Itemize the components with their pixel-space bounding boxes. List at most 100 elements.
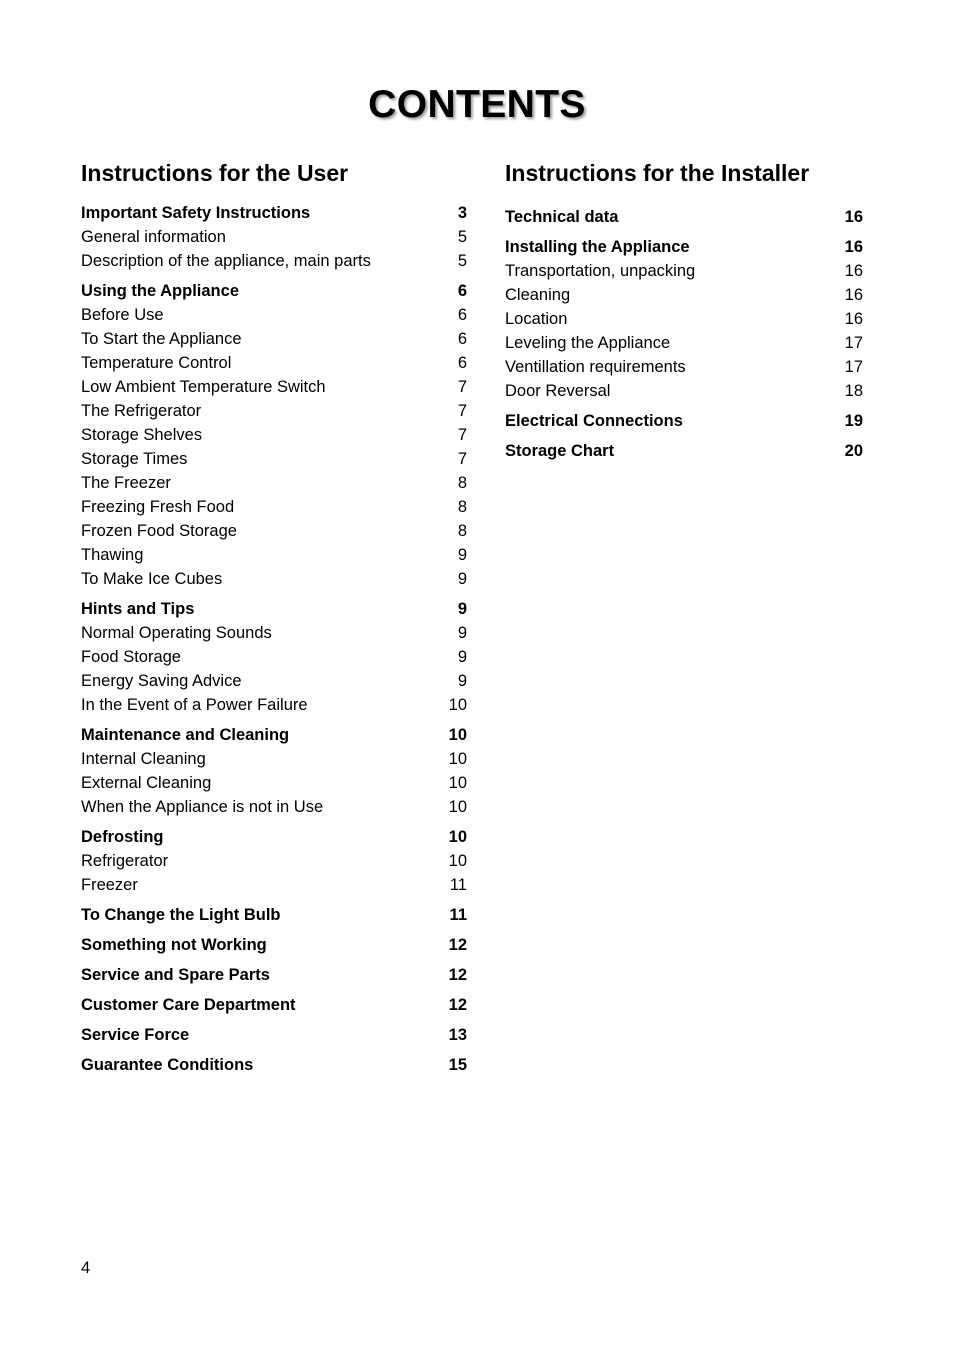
toc-entry-label: Important Safety Instructions — [81, 204, 311, 222]
toc-entry-page-number: 10 — [448, 750, 467, 768]
toc-sub-entry[interactable]: Leveling the Appliance 17 — [505, 331, 863, 355]
toc-sub-entry[interactable]: Ventillation requirements 17 — [505, 355, 863, 379]
toc-sub-entry[interactable]: Door Reversal 18 — [505, 379, 863, 403]
toc-section-entry[interactable]: Installing the Appliance 16 — [505, 235, 863, 259]
toc-group: To Change the Light Bulb 11 — [81, 903, 467, 927]
toc-group: Service and Spare Parts 12 — [81, 963, 467, 987]
toc-sub-entry[interactable]: In the Event of a Power Failure 10 — [81, 693, 467, 717]
toc-entry-page-number: 11 — [449, 876, 467, 894]
toc-sub-entry[interactable]: The Freezer 8 — [81, 471, 467, 495]
toc-entry-label: Customer Care Department — [81, 996, 296, 1014]
toc-entry-label: Ventillation requirements — [505, 358, 686, 376]
toc-entry-label: Before Use — [81, 306, 164, 324]
toc-section-entry[interactable]: Customer Care Department 12 — [81, 993, 467, 1017]
toc-sub-entry[interactable]: Storage Shelves 7 — [81, 423, 467, 447]
toc-entry-label: Low Ambient Temperature Switch — [81, 378, 326, 396]
toc-entry-label: Guarantee Conditions — [81, 1056, 254, 1074]
toc-list-installer: Technical data 16 Installing the Appliance… — [505, 205, 863, 463]
toc-sub-entry[interactable]: Thawing 9 — [81, 543, 467, 567]
toc-group: Service Force 13 — [81, 1023, 467, 1047]
column-user: Instructions for the User Important Safe… — [81, 160, 467, 1077]
toc-entry-page-number: 9 — [457, 672, 467, 690]
toc-entry-label: Freezing Fresh Food — [81, 498, 235, 516]
toc-entry-page-number: 9 — [457, 648, 467, 666]
toc-entry-label: Electrical Connections — [505, 412, 683, 430]
toc-sub-entry[interactable]: General information 5 — [81, 225, 467, 249]
toc-entry-label: To Start the Appliance — [81, 330, 242, 348]
toc-sub-entry[interactable]: Freezing Fresh Food 8 — [81, 495, 467, 519]
toc-sub-entry[interactable]: Normal Operating Sounds 9 — [81, 621, 467, 645]
toc-sub-entry[interactable]: Temperature Control 6 — [81, 351, 467, 375]
toc-entry-page-number: 10 — [448, 726, 467, 744]
toc-entry-label: Thawing — [81, 546, 144, 564]
toc-sub-entry[interactable]: Location 16 — [505, 307, 863, 331]
toc-entry-page-number: 7 — [457, 402, 467, 420]
toc-group: Something not Working 12 — [81, 933, 467, 957]
toc-section-entry[interactable]: Important Safety Instructions 3 — [81, 201, 467, 225]
toc-section-entry[interactable]: Electrical Connections 19 — [505, 409, 863, 433]
toc-group: Using the Appliance 6 Before Use 6 To Start … — [81, 279, 467, 591]
toc-sub-entry[interactable]: Transportation, unpacking 16 — [505, 259, 863, 283]
toc-section-entry[interactable]: Guarantee Conditions 15 — [81, 1053, 467, 1077]
toc-group: Important Safety Instructions 3 General in… — [81, 201, 467, 273]
toc-section-entry[interactable]: Service Force 13 — [81, 1023, 467, 1047]
toc-sub-entry[interactable]: Description of the appliance, main parts… — [81, 249, 467, 273]
toc-entry-label: Cleaning — [505, 286, 571, 304]
toc-entry-page-number: 12 — [448, 936, 467, 954]
toc-group: Storage Chart 20 — [505, 439, 863, 463]
toc-sub-entry[interactable]: When the Appliance is not in Use 10 — [81, 795, 467, 819]
toc-sub-entry[interactable]: Low Ambient Temperature Switch 7 — [81, 375, 467, 399]
toc-entry-label: Normal Operating Sounds — [81, 624, 272, 642]
toc-group: Defrosting 10 Refrigerator 10 Freezer 11 — [81, 825, 467, 897]
toc-sub-entry[interactable]: The Refrigerator 7 — [81, 399, 467, 423]
toc-entry-label: Service and Spare Parts — [81, 966, 270, 984]
toc-entry-page-number: 16 — [844, 238, 863, 256]
toc-section-entry[interactable]: Using the Appliance 6 — [81, 279, 467, 303]
toc-sub-entry[interactable]: Energy Saving Advice 9 — [81, 669, 467, 693]
toc-section-entry[interactable]: Technical data 16 — [505, 205, 863, 229]
toc-sub-entry[interactable]: To Make Ice Cubes 9 — [81, 567, 467, 591]
toc-entry-label: External Cleaning — [81, 774, 212, 792]
toc-entry-page-number: 6 — [457, 354, 467, 372]
toc-entry-page-number: 16 — [844, 286, 863, 304]
toc-entry-label: Refrigerator — [81, 852, 169, 870]
toc-sub-entry[interactable]: Before Use 6 — [81, 303, 467, 327]
toc-sub-entry[interactable]: Frozen Food Storage 8 — [81, 519, 467, 543]
toc-sub-entry[interactable]: External Cleaning 10 — [81, 771, 467, 795]
toc-entry-label: The Freezer — [81, 474, 171, 492]
toc-section-entry[interactable]: Service and Spare Parts 12 — [81, 963, 467, 987]
toc-entry-label: Something not Working — [81, 936, 267, 954]
toc-entry-page-number: 13 — [448, 1026, 467, 1044]
toc-entry-page-number: 11 — [449, 906, 467, 924]
toc-entry-page-number: 18 — [844, 382, 863, 400]
toc-entry-label: Technical data — [505, 208, 619, 226]
toc-sub-entry[interactable]: Cleaning 16 — [505, 283, 863, 307]
toc-entry-page-number: 9 — [457, 570, 467, 588]
toc-section-entry[interactable]: To Change the Light Bulb 11 — [81, 903, 467, 927]
contents-page: CONTENTS Instructions for the User Impor… — [0, 0, 954, 1351]
toc-entry-label: Using the Appliance — [81, 282, 239, 300]
toc-sub-entry[interactable]: Freezer 11 — [81, 873, 467, 897]
toc-entry-page-number: 6 — [457, 330, 467, 348]
toc-section-entry[interactable]: Maintenance and Cleaning 10 — [81, 723, 467, 747]
toc-section-entry[interactable]: Storage Chart 20 — [505, 439, 863, 463]
toc-sub-entry[interactable]: To Start the Appliance 6 — [81, 327, 467, 351]
toc-sub-entry[interactable]: Refrigerator 10 — [81, 849, 467, 873]
toc-entry-label: Leveling the Appliance — [505, 334, 671, 352]
toc-entry-page-number: 19 — [844, 412, 863, 430]
toc-sub-entry[interactable]: Food Storage 9 — [81, 645, 467, 669]
toc-sub-entry[interactable]: Storage Times 7 — [81, 447, 467, 471]
toc-entry-label: In the Event of a Power Failure — [81, 696, 308, 714]
footer-page-number: 4 — [81, 1259, 91, 1277]
toc-entry-page-number: 12 — [448, 996, 467, 1014]
toc-entry-label: General information — [81, 228, 226, 246]
toc-section-entry[interactable]: Defrosting 10 — [81, 825, 467, 849]
toc-entry-page-number: 10 — [448, 852, 467, 870]
toc-section-entry[interactable]: Hints and Tips 9 — [81, 597, 467, 621]
toc-sub-entry[interactable]: Internal Cleaning 10 — [81, 747, 467, 771]
toc-section-entry[interactable]: Something not Working 12 — [81, 933, 467, 957]
toc-group: Electrical Connections 19 — [505, 409, 863, 433]
toc-group: Technical data 16 — [505, 205, 863, 229]
toc-entry-label: Location — [505, 310, 568, 328]
column-heading-installer: Instructions for the Installer — [505, 160, 810, 186]
